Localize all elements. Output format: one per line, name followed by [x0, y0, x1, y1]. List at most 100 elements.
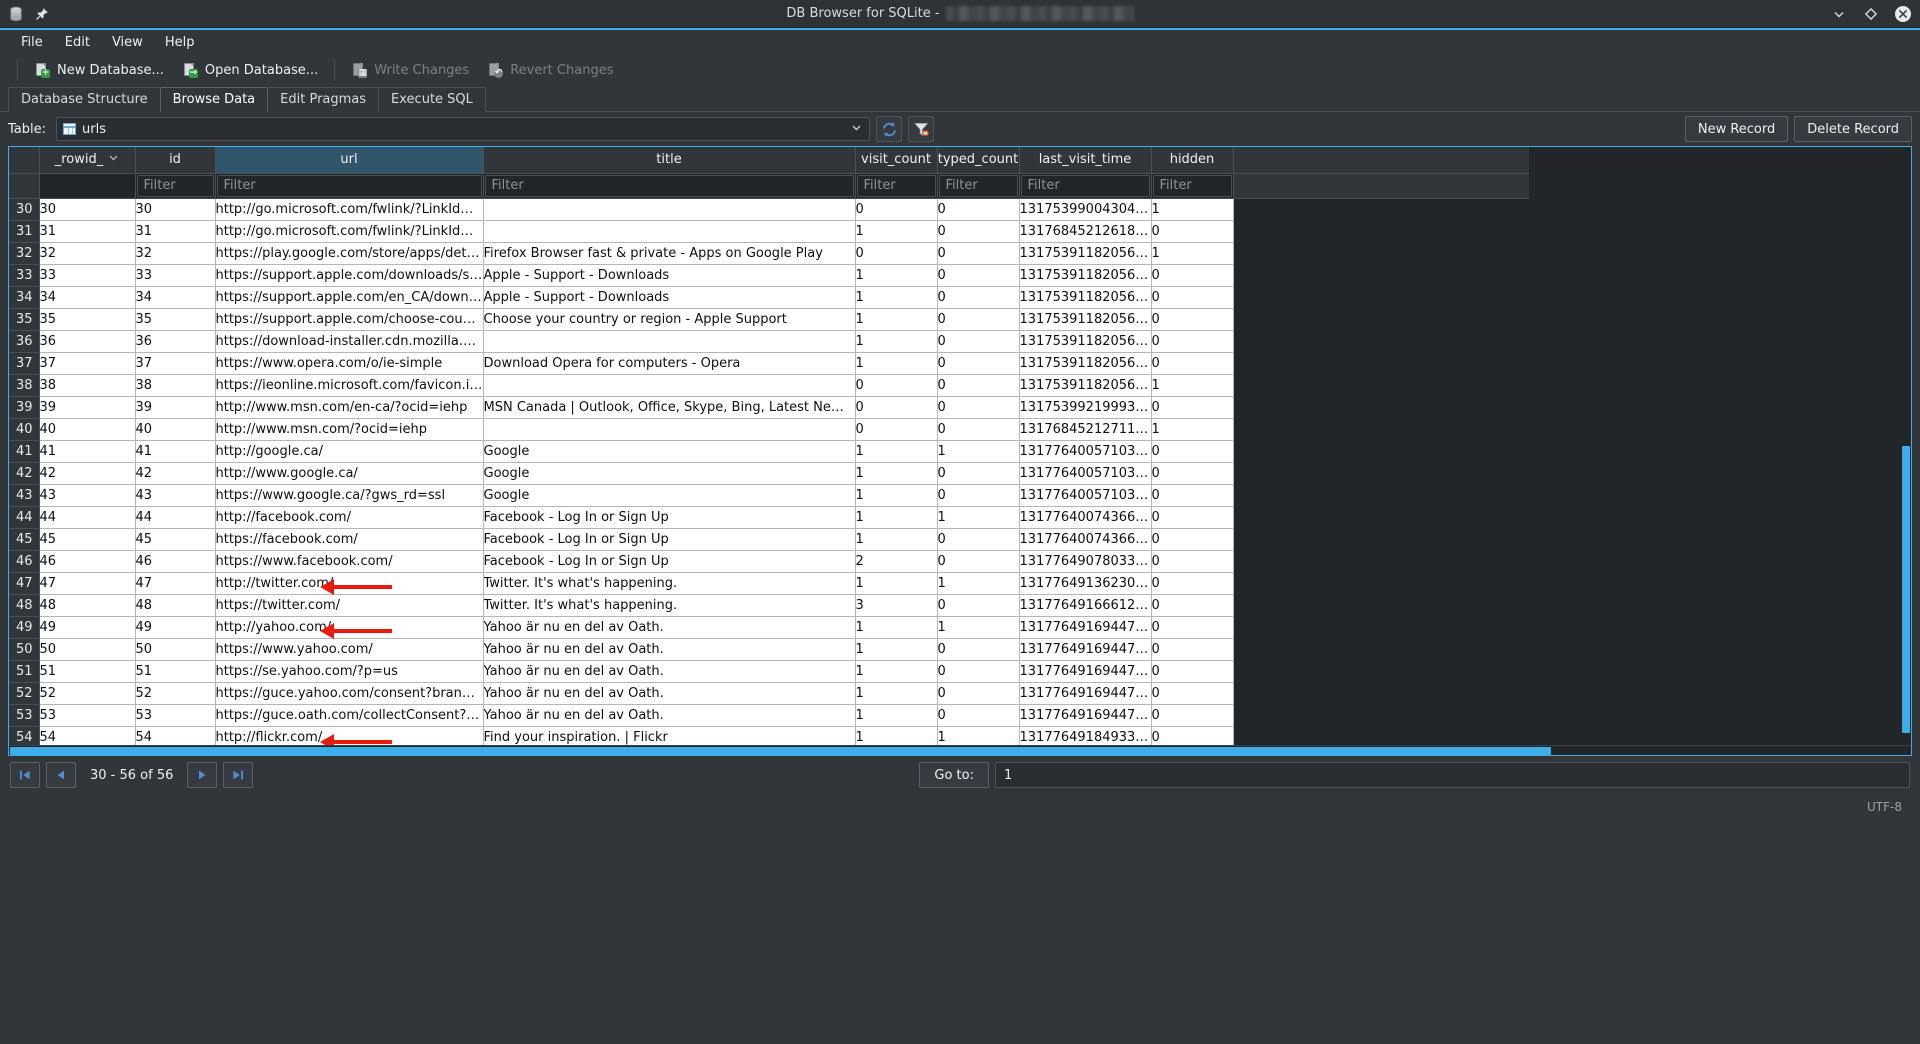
- cell-url[interactable]: http://www.msn.com/?ocid=iehp: [215, 418, 484, 441]
- cell-url[interactable]: https://ieonline.microsoft.com/favicon.i…: [215, 374, 484, 397]
- column-header-url[interactable]: url: [215, 147, 484, 174]
- cell-visit-count[interactable]: 1: [855, 506, 938, 529]
- table-row[interactable]: 49 49 49 http://yahoo.com/Yahoo är nu en de…: [9, 616, 1529, 639]
- cell-id[interactable]: 36: [135, 330, 216, 353]
- goto-input[interactable]: 1: [994, 762, 1910, 788]
- cell-id[interactable]: 33: [135, 264, 216, 287]
- cell-title[interactable]: [483, 418, 856, 441]
- row-header[interactable]: 32: [9, 242, 40, 265]
- cell-id[interactable]: 34: [135, 286, 216, 309]
- filter-input-hidden[interactable]: Filter: [1152, 174, 1232, 197]
- filter-cell-hidden[interactable]: Filter: [1151, 173, 1234, 199]
- cell-title[interactable]: Apple - Support - Downloads: [483, 264, 856, 287]
- row-header[interactable]: 51: [9, 660, 40, 683]
- cell-last-visit-time[interactable]: 13177649169447500: [1019, 682, 1152, 705]
- cell-id[interactable]: 43: [135, 484, 216, 507]
- cell-visit-count[interactable]: 1: [855, 264, 938, 287]
- cell-visit-count[interactable]: 1: [855, 572, 938, 595]
- cell-rowid[interactable]: 34: [39, 286, 136, 309]
- cell-hidden[interactable]: 0: [1151, 286, 1234, 309]
- cell-url[interactable]: http://flickr.com/: [215, 726, 484, 745]
- menu-edit[interactable]: Edit: [54, 32, 101, 53]
- cell-hidden[interactable]: 0: [1151, 550, 1234, 573]
- row-header[interactable]: 37: [9, 352, 40, 375]
- cell-hidden[interactable]: 0: [1151, 330, 1234, 353]
- cell-visit-count[interactable]: 0: [855, 418, 938, 441]
- cell-hidden[interactable]: 0: [1151, 682, 1234, 705]
- cell-rowid[interactable]: 32: [39, 242, 136, 265]
- cell-id[interactable]: 44: [135, 506, 216, 529]
- cell-last-visit-time[interactable]: 13175391182056640: [1019, 308, 1152, 331]
- cell-url[interactable]: http://facebook.com/: [215, 506, 484, 529]
- table-row[interactable]: 41 41 41 http://google.ca/Google 1 1 131776400…: [9, 440, 1529, 463]
- cell-url[interactable]: https://se.yahoo.com/?p=us: [215, 660, 484, 683]
- cell-id[interactable]: 31: [135, 220, 216, 243]
- cell-last-visit-time[interactable]: 13175391182056640: [1019, 286, 1152, 309]
- column-header-title[interactable]: title: [483, 147, 856, 174]
- grid-horizontal-scrollbar[interactable]: [9, 745, 1911, 755]
- grid-vertical-scrollbar-thumb[interactable]: [1902, 446, 1910, 733]
- row-header[interactable]: 33: [9, 264, 40, 287]
- pin-icon[interactable]: [32, 4, 52, 24]
- new-database-button[interactable]: + New Database...: [25, 59, 173, 81]
- cell-url[interactable]: https://play.google.com/store/apps/detai…: [215, 242, 484, 265]
- table-row[interactable]: 45 45 45 https://facebook.com/Facebook - Lo…: [9, 528, 1529, 551]
- cell-last-visit-time[interactable]: 13175391182056640: [1019, 352, 1152, 375]
- first-page-button[interactable]: [10, 762, 40, 788]
- cell-id[interactable]: 35: [135, 308, 216, 331]
- cell-url[interactable]: http://go.microsoft.com/fwlink/?LinkId=6…: [215, 220, 484, 243]
- cell-last-visit-time[interactable]: 13177640074366323: [1019, 506, 1152, 529]
- cell-typed-count[interactable]: 0: [937, 682, 1020, 705]
- cell-url[interactable]: https://guce.yahoo.com/consent?brandType…: [215, 682, 484, 705]
- cell-rowid[interactable]: 37: [39, 352, 136, 375]
- cell-last-visit-time[interactable]: 13177649169447500: [1019, 704, 1152, 727]
- cell-url[interactable]: http://google.ca/: [215, 440, 484, 463]
- cell-typed-count[interactable]: 0: [937, 198, 1020, 221]
- cell-hidden[interactable]: 0: [1151, 220, 1234, 243]
- cell-last-visit-time[interactable]: 13177649166612468: [1019, 594, 1152, 617]
- table-row[interactable]: 30 30 30 http://go.microsoft.com/fwlink/?Li…: [9, 198, 1529, 221]
- cell-typed-count[interactable]: 0: [937, 396, 1020, 419]
- cell-hidden[interactable]: 0: [1151, 704, 1234, 727]
- cell-hidden[interactable]: 0: [1151, 462, 1234, 485]
- cell-last-visit-time[interactable]: 13177649136230093: [1019, 572, 1152, 595]
- row-header[interactable]: 46: [9, 550, 40, 573]
- cell-id[interactable]: 37: [135, 352, 216, 375]
- cell-last-visit-time[interactable]: 13176845212711914: [1019, 418, 1152, 441]
- cell-last-visit-time[interactable]: 13177649169447500: [1019, 616, 1152, 639]
- table-row[interactable]: 53 53 53 https://guce.oath.com/collectConse…: [9, 704, 1529, 727]
- cell-visit-count[interactable]: 1: [855, 726, 938, 745]
- cell-hidden[interactable]: 1: [1151, 198, 1234, 221]
- row-header[interactable]: 47: [9, 572, 40, 595]
- table-row[interactable]: 50 50 50 https://www.yahoo.com/Yahoo är nu …: [9, 638, 1529, 661]
- row-header[interactable]: 35: [9, 308, 40, 331]
- menu-view[interactable]: View: [101, 32, 154, 53]
- cell-title[interactable]: [483, 220, 856, 243]
- cell-hidden[interactable]: 0: [1151, 506, 1234, 529]
- row-header[interactable]: 34: [9, 286, 40, 309]
- table-row[interactable]: 31 31 31 http://go.microsoft.com/fwlink/?Li…: [9, 220, 1529, 243]
- cell-typed-count[interactable]: 0: [937, 462, 1020, 485]
- cell-id[interactable]: 30: [135, 198, 216, 221]
- table-row[interactable]: 38 38 38 https://ieonline.microsoft.com/fav…: [9, 374, 1529, 397]
- cell-title[interactable]: [483, 198, 856, 221]
- cell-typed-count[interactable]: 1: [937, 616, 1020, 639]
- cell-typed-count[interactable]: 0: [937, 330, 1020, 353]
- cell-typed-count[interactable]: 0: [937, 286, 1020, 309]
- cell-title[interactable]: MSN Canada | Outlook, Office, Skype, Bin…: [483, 396, 856, 419]
- cell-visit-count[interactable]: 1: [855, 528, 938, 551]
- cell-title[interactable]: [483, 374, 856, 397]
- cell-hidden[interactable]: 0: [1151, 660, 1234, 683]
- cell-hidden[interactable]: 0: [1151, 726, 1234, 745]
- previous-page-button[interactable]: [46, 762, 76, 788]
- filter-input-typed-count[interactable]: Filter: [938, 174, 1018, 197]
- minimize-button[interactable]: [1830, 5, 1848, 23]
- next-page-button[interactable]: [187, 762, 218, 788]
- cell-hidden[interactable]: 0: [1151, 352, 1234, 375]
- cell-last-visit-time[interactable]: 13176845212618164: [1019, 220, 1152, 243]
- cell-visit-count[interactable]: 0: [855, 396, 938, 419]
- cell-visit-count[interactable]: 1: [855, 638, 938, 661]
- cell-rowid[interactable]: 30: [39, 198, 136, 221]
- cell-id[interactable]: 53: [135, 704, 216, 727]
- table-row[interactable]: 52 52 52 https://guce.yahoo.com/consent?bra…: [9, 682, 1529, 705]
